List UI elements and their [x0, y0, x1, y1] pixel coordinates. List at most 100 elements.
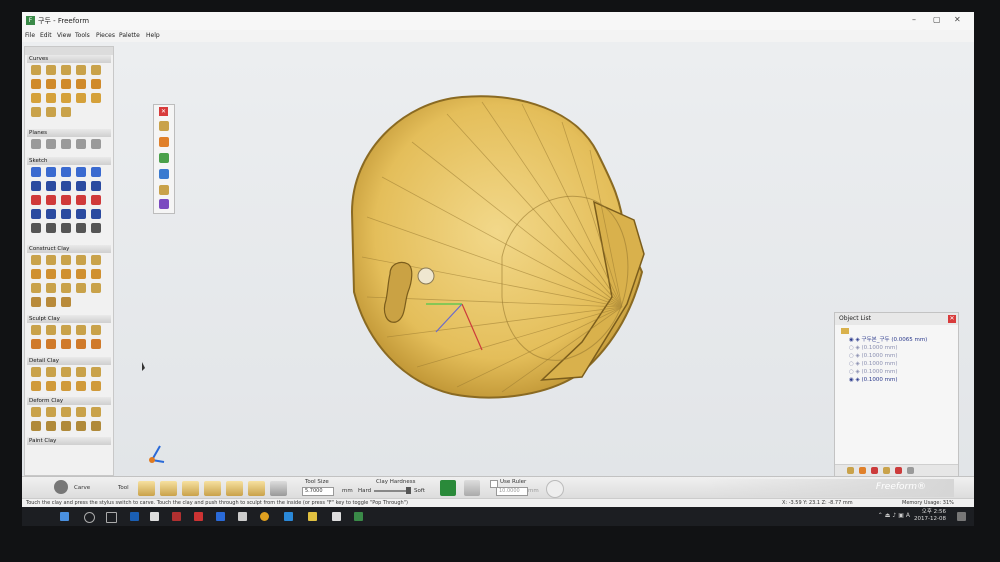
section-sculpt-clay[interactable]: Sculpt Clay	[27, 315, 111, 323]
palette-tool-icon[interactable]	[91, 269, 101, 279]
section-detail-clay[interactable]: Detail Clay	[27, 357, 111, 365]
palette-tool-icon[interactable]	[61, 283, 71, 293]
palette-tool-icon[interactable]	[91, 93, 101, 103]
windows-start-icon[interactable]	[60, 512, 69, 521]
palette-tool-icon[interactable]	[31, 407, 41, 417]
object-row[interactable]: ◉ ◈ 구두본_구두 (0.0065 mm)	[849, 336, 927, 344]
ol-tool-4-icon[interactable]	[883, 467, 890, 474]
palette-tool-icon[interactable]	[31, 283, 41, 293]
palette-tool-icon[interactable]	[46, 181, 56, 191]
palette-tool-icon[interactable]	[76, 195, 86, 205]
palette-tool-icon[interactable]	[61, 181, 71, 191]
clay-hardness-thumb[interactable]	[406, 487, 411, 494]
palette-tool-icon[interactable]	[31, 65, 41, 75]
palette-tool-icon[interactable]	[46, 79, 56, 89]
float-tool-1-icon[interactable]	[159, 121, 169, 131]
float-tool-3-icon[interactable]	[159, 153, 169, 163]
palette-tool-icon[interactable]	[61, 367, 71, 377]
notification-icon[interactable]	[957, 512, 966, 521]
palette-tool-icon[interactable]	[46, 255, 56, 265]
palette-tool-icon[interactable]	[76, 339, 86, 349]
palette-tool-icon[interactable]	[46, 407, 56, 417]
palette-tool-icon[interactable]	[61, 339, 71, 349]
palette-tool-icon[interactable]	[76, 65, 86, 75]
app-icon-4[interactable]	[194, 512, 203, 521]
palette-tool-icon[interactable]	[31, 325, 41, 335]
palette-tool-icon[interactable]	[31, 421, 41, 431]
float-tool-4-icon[interactable]	[159, 169, 169, 179]
edge-icon[interactable]	[284, 512, 293, 521]
palette-tool-icon[interactable]	[31, 167, 41, 177]
object-list-close-icon[interactable]: ✕	[948, 315, 956, 323]
freeform-taskbar-icon[interactable]	[354, 512, 363, 521]
floating-close-icon[interactable]: ✕	[159, 107, 168, 116]
tool-shape-6-icon[interactable]	[248, 481, 265, 496]
palette-tool-icon[interactable]	[61, 107, 71, 117]
palette-tool-icon[interactable]	[61, 93, 71, 103]
palette-tool-icon[interactable]	[31, 255, 41, 265]
palette-tool-icon[interactable]	[61, 255, 71, 265]
menu-view[interactable]: View	[57, 32, 71, 39]
clay-hardness-slider[interactable]	[374, 490, 410, 492]
palette-tool-icon[interactable]	[61, 381, 71, 391]
palette-tool-icon[interactable]	[61, 223, 71, 233]
palette-tool-icon[interactable]	[46, 139, 56, 149]
palette-tool-icon[interactable]	[46, 107, 56, 117]
minimize-icon[interactable]: –	[912, 15, 916, 24]
palette-tool-icon[interactable]	[31, 181, 41, 191]
app-icon-2[interactable]	[150, 512, 159, 521]
tool-size-input[interactable]: 5.7000	[302, 487, 334, 496]
palette-tool-icon[interactable]	[91, 223, 101, 233]
palette-tool-icon[interactable]	[31, 339, 41, 349]
tool-shape-3-icon[interactable]	[182, 481, 199, 496]
palette-tool-icon[interactable]	[91, 181, 101, 191]
palette-tool-icon[interactable]	[61, 421, 71, 431]
ruler-tool-icon[interactable]	[464, 480, 480, 496]
palette-tool-icon[interactable]	[31, 139, 41, 149]
palette-tool-icon[interactable]	[76, 269, 86, 279]
search-icon[interactable]	[84, 512, 95, 523]
palette-tool-icon[interactable]	[76, 79, 86, 89]
palette-tool-icon[interactable]	[46, 283, 56, 293]
palette-tool-icon[interactable]	[91, 381, 101, 391]
ol-tool-2-icon[interactable]	[859, 467, 866, 474]
palette-tool-icon[interactable]	[31, 269, 41, 279]
app-icon-3[interactable]	[172, 512, 181, 521]
tool-shape-1-icon[interactable]	[138, 481, 155, 496]
tool-shape-5-icon[interactable]	[226, 481, 243, 496]
palette-tool-icon[interactable]	[46, 325, 56, 335]
palette-tool-icon[interactable]	[76, 283, 86, 293]
section-deform-clay[interactable]: Deform Clay	[27, 397, 111, 405]
ol-tool-5-icon[interactable]	[895, 467, 902, 474]
menu-pieces[interactable]: Pieces	[96, 32, 115, 39]
clock[interactable]: 오후 2:56 2017-12-08	[914, 509, 946, 523]
system-tray[interactable]: ⌃⏏♪▣A	[878, 512, 912, 519]
palette-tool-icon[interactable]	[46, 421, 56, 431]
palette-tool-icon[interactable]	[31, 209, 41, 219]
float-tool-6-icon[interactable]	[159, 199, 169, 209]
palette-tool-icon[interactable]	[46, 381, 56, 391]
tool-shape-4-icon[interactable]	[204, 481, 221, 496]
close-icon[interactable]: ✕	[954, 15, 961, 24]
app-icon-5[interactable]	[216, 512, 225, 521]
palette-tool-icon[interactable]	[61, 209, 71, 219]
palette-tool-icon[interactable]	[76, 367, 86, 377]
palette-tool-icon[interactable]	[61, 167, 71, 177]
palette-tool-icon[interactable]	[46, 195, 56, 205]
palette-tool-icon[interactable]	[76, 421, 86, 431]
palette-tool-icon[interactable]	[46, 367, 56, 377]
object-row[interactable]: ◉ ◈ (0.1000 mm)	[849, 376, 898, 384]
ol-tool-1-icon[interactable]	[847, 467, 854, 474]
palette-tool-icon[interactable]	[61, 65, 71, 75]
palette-tool-icon[interactable]	[91, 209, 101, 219]
palette-tool-icon[interactable]	[91, 367, 101, 377]
palette-tool-icon[interactable]	[31, 107, 41, 117]
palette-tool-icon[interactable]	[76, 139, 86, 149]
calculator-icon[interactable]	[332, 512, 341, 521]
palette-tool-icon[interactable]	[61, 297, 71, 307]
palette-tool-icon[interactable]	[46, 65, 56, 75]
chrome-icon[interactable]	[260, 512, 269, 521]
section-sketch[interactable]: Sketch	[27, 157, 111, 165]
store-icon[interactable]	[130, 512, 139, 521]
section-planes[interactable]: Planes	[27, 129, 111, 137]
